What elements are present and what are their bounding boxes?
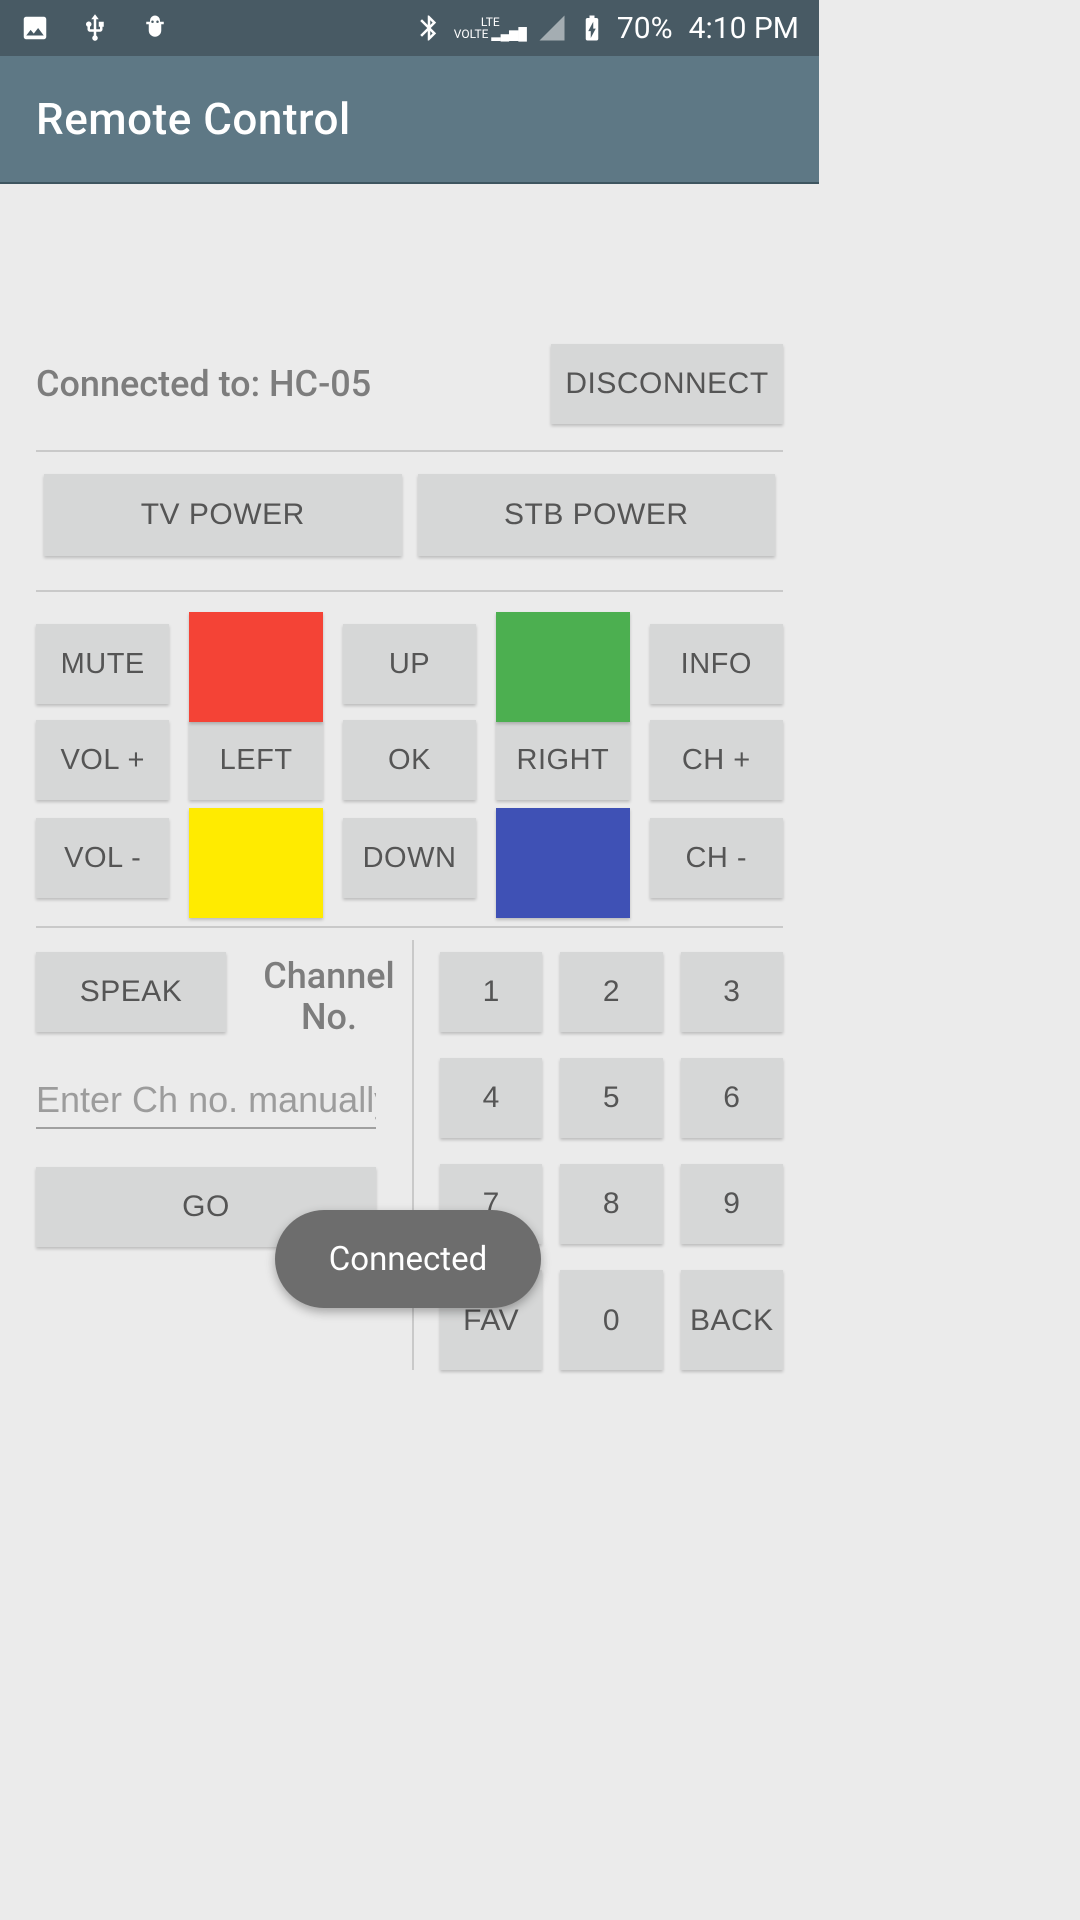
clock-time: 4:10 PM (689, 11, 799, 46)
channel-input[interactable] (36, 1073, 376, 1129)
numpad-5-button[interactable]: 5 (560, 1058, 662, 1138)
down-button[interactable]: DOWN (343, 818, 476, 898)
numpad-9-button[interactable]: 9 (681, 1164, 783, 1244)
battery-charging-icon (577, 13, 607, 43)
stb-power-button[interactable]: STB POWER (418, 474, 776, 556)
usb-icon (80, 13, 110, 43)
vol-up-button[interactable]: VOL + (36, 720, 169, 800)
numpad-back-button[interactable]: BACK (681, 1270, 783, 1370)
app-title: Remote Control (36, 93, 351, 145)
numpad-0-button[interactable]: 0 (560, 1270, 662, 1370)
debug-icon (140, 13, 170, 43)
power-row: TV POWER STB POWER (36, 474, 783, 592)
channel-no-label: Channel No. (246, 952, 412, 1039)
speak-button[interactable]: SPEAK (36, 952, 226, 1032)
numpad-4-button[interactable]: 4 (440, 1058, 542, 1138)
signal-secondary-icon (537, 13, 567, 43)
numpad-1-button[interactable]: 1 (440, 952, 542, 1032)
ch-down-button[interactable]: CH - (650, 818, 783, 898)
toast-connected: Connected (275, 1210, 541, 1308)
mute-button[interactable]: MUTE (36, 624, 169, 704)
connection-status-label: Connected to: HC-05 (36, 363, 371, 405)
connection-row: Connected to: HC-05 DISCONNECT (36, 344, 783, 452)
status-bar: LTE VOLTE ▂▄▆█ 70% 4:10 PM (0, 0, 819, 56)
numpad-3-button[interactable]: 3 (681, 952, 783, 1032)
image-icon (20, 13, 50, 43)
network-volte-icon: LTE VOLTE ▂▄▆█ (454, 16, 527, 40)
info-button[interactable]: INFO (650, 624, 783, 704)
yellow-color-button[interactable] (189, 808, 322, 918)
disconnect-button[interactable]: DISCONNECT (551, 344, 783, 424)
battery-percent: 70% (617, 11, 673, 46)
blue-color-button[interactable] (496, 808, 629, 918)
numpad-6-button[interactable]: 6 (681, 1058, 783, 1138)
tv-power-button[interactable]: TV POWER (44, 474, 402, 556)
red-color-button[interactable] (189, 612, 322, 722)
green-color-button[interactable] (496, 612, 629, 722)
right-button[interactable]: RIGHT (496, 720, 629, 800)
up-button[interactable]: UP (343, 624, 476, 704)
bluetooth-icon (414, 13, 444, 43)
app-bar: Remote Control (0, 56, 819, 184)
left-button[interactable]: LEFT (189, 720, 322, 800)
numpad-8-button[interactable]: 8 (560, 1164, 662, 1244)
vol-down-button[interactable]: VOL - (36, 818, 169, 898)
dpad-grid: MUTE UP INFO VOL + LEFT OK RIGHT CH + VO… (36, 612, 783, 928)
ok-button[interactable]: OK (343, 720, 476, 800)
ch-up-button[interactable]: CH + (650, 720, 783, 800)
numpad-2-button[interactable]: 2 (560, 952, 662, 1032)
